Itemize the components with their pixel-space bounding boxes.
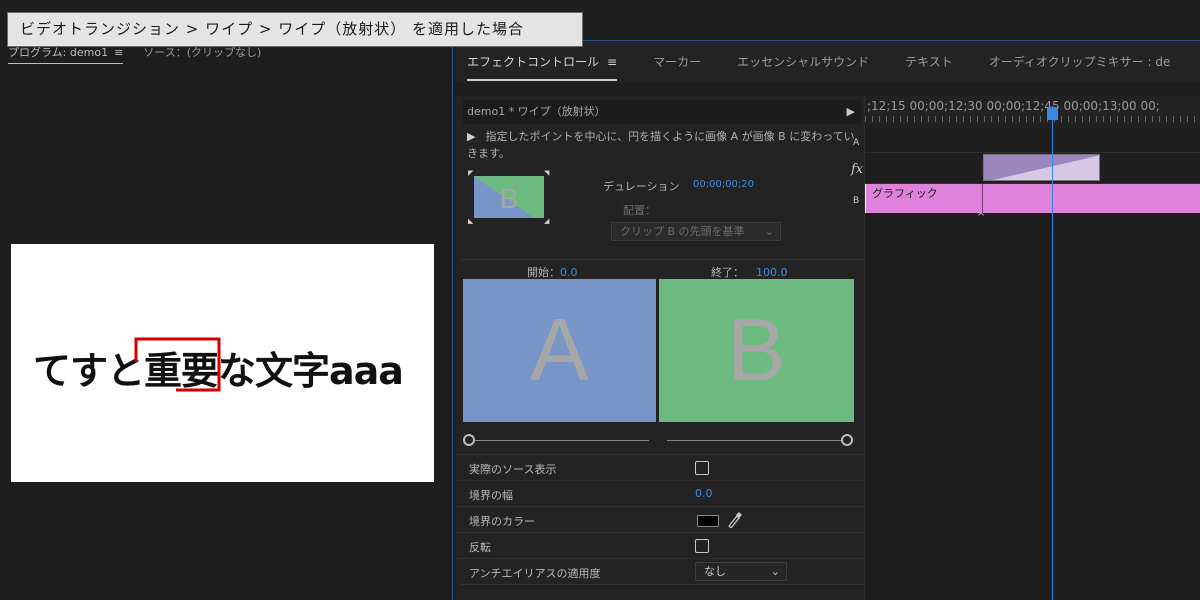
chevron-down-icon: ⌄ [764,225,774,238]
playhead-line[interactable] [1052,106,1053,600]
show-actual-sources-checkbox[interactable] [695,461,709,475]
end-slider-knob[interactable] [841,434,853,446]
duration-label: デュレーション [603,180,680,193]
chevron-down-icon: ⌄ [770,565,780,578]
effect-description: ▶ 指定したポイントを中心に、円を描くように画像 A が画像 B に変わっていきま… [467,128,857,162]
effect-title: demo1 * ワイプ（放射状） [467,105,606,118]
start-slider-track[interactable] [473,440,649,441]
duration-value[interactable]: 00;00;00;20 [693,179,754,190]
track-separator [865,152,1200,153]
time-ruler[interactable]: ;12;15 00;00;12;30 00;00;12;45 00;00;13;… [865,96,1200,124]
border-width-value[interactable]: 0.0 [695,487,713,500]
graphic-clip[interactable]: グラフィック [865,184,1200,213]
end-slider-track[interactable] [667,440,843,441]
tab-text[interactable]: テキスト [905,53,953,81]
effect-title-bar[interactable]: demo1 * ワイプ（放射状） ▶ [463,100,861,124]
start-value[interactable]: 0.0 [560,266,578,279]
expand-arrow-icon[interactable]: ▶ [847,100,855,124]
fx-icon[interactable]: fx [851,162,863,177]
tab-program[interactable]: プログラム: demo1 ≡ [8,44,124,64]
anti-alias-label: アンチエイリアスの適用度 [469,567,601,580]
alignment-label: 配置： [623,204,656,217]
border-color-swatch[interactable] [697,515,719,527]
thumbnail-graphic: B [474,176,544,218]
letter-a: A [530,300,589,399]
divider [461,584,865,585]
mini-timeline: ;12;15 00;00;12;30 00;00;12;45 00;00;13;… [865,96,1200,600]
border-color-label: 境界のカラー [469,515,535,528]
letter-b: B [727,300,786,399]
caret-up-icon: ^ [977,212,986,223]
transition-clip-graphic [984,155,1099,180]
program-tabs: プログラム: demo1 ≡ ソース：(クリップなし) [8,44,261,64]
tab-effect-controls[interactable]: エフェクトコントロール ≡ [467,53,618,81]
tab-marker[interactable]: マーカー [653,53,701,81]
panel-menu-icon[interactable]: ≡ [114,46,123,59]
end-label: 終了： [711,266,744,279]
corner-marker-icon[interactable]: ◥ [544,169,549,177]
tab-essential-sound[interactable]: エッセンシャルサウンド [737,53,869,81]
program-monitor-panel: プログラム: demo1 ≡ ソース：(クリップなし) てすと重要な文字aaa [0,0,452,600]
corner-marker-icon[interactable]: ◢ [544,217,549,225]
prop-row-anti-alias: アンチエイリアスの適用度 なし ⌄ [455,558,865,584]
anti-alias-dropdown[interactable]: なし ⌄ [695,562,787,581]
alignment-select[interactable]: クリップ B の先頭を基準 ⌄ [611,222,781,241]
alignment-value: クリップ B の先頭を基準 [620,225,745,238]
clip-edit-point[interactable] [982,184,983,213]
start-label: 開始： [527,266,560,279]
start-field: 開始：0.0 [527,264,578,280]
effect-tabs: エフェクトコントロール ≡ マーカー エッセンシャルサウンド テキスト オーディオ… [467,53,1170,81]
corner-marker-icon[interactable]: ◤ [468,169,473,177]
thumbnail-letter: B [500,183,519,214]
tab-effect-controls-label: エフェクトコントロール [467,55,600,69]
track-a-label: A [853,138,860,148]
corner-marker-icon[interactable]: ◣ [468,217,473,225]
end-value[interactable]: 100.0 [756,266,788,279]
effect-controls-body: demo1 * ワイプ（放射状） ▶ ▶ 指定したポイントを中心に、円を描くように… [455,96,865,600]
prop-row-reverse: 反転 [455,532,865,558]
reverse-label: 反転 [469,541,491,554]
anti-alias-value: なし [704,565,726,578]
panel-menu-icon[interactable]: ≡ [607,55,617,69]
preview-box-b: B [659,279,854,422]
reverse-checkbox[interactable] [695,539,709,553]
divider [461,259,865,260]
border-width-label: 境界の幅 [469,489,513,502]
ruler-ticks [865,116,1200,122]
end-field: 終了： 100.0 [711,264,788,280]
transition-clip[interactable] [983,154,1100,181]
eyedropper-icon[interactable] [727,510,743,532]
tab-source[interactable]: ソース：(クリップなし) [143,44,261,64]
red-wipe-outline [134,337,221,392]
program-preview: てすと重要な文字aaa [11,244,434,482]
preview-box-a: A [463,279,656,422]
show-actual-sources-label: 実際のソース表示 [469,463,557,476]
eyedropper-graphic [728,512,742,529]
ruler-timecodes: ;12;15 00;00;12;30 00;00;12;45 00;00;13;… [867,99,1160,113]
start-slider-knob[interactable] [463,434,475,446]
track-b-label: B [853,196,860,206]
play-preview-icon[interactable]: ▶ [467,130,475,143]
description-text: 指定したポイントを中心に、円を描くように画像 A が画像 B に変わっていきます… [467,130,855,160]
panel-divider [452,34,453,600]
tab-audio-clip-mixer[interactable]: オーディオクリップミキサー : de [989,53,1171,81]
caption-banner: ビデオトランジション > ワイプ > ワイプ（放射状） を適用した場合 [7,12,583,47]
tab-program-label: プログラム: demo1 [8,46,109,59]
transition-thumbnail: B [474,176,544,218]
prop-row-border-color: 境界のカラー [455,506,865,532]
prop-row-border-width: 境界の幅 0.0 [455,480,865,506]
prop-row-show-actual-sources: 実際のソース表示 [455,454,865,480]
playhead-handle[interactable] [1047,107,1058,120]
